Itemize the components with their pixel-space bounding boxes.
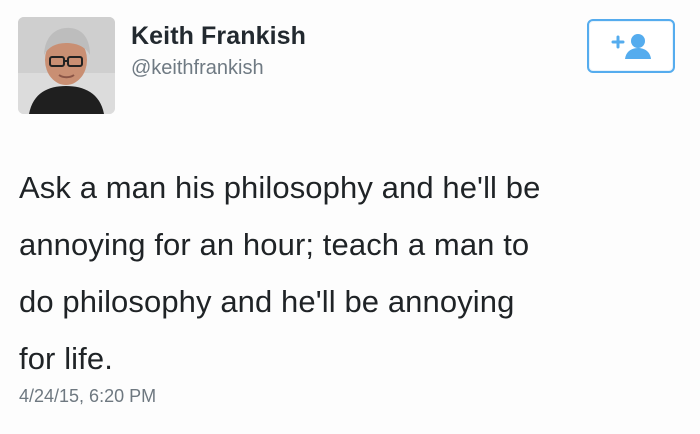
profile-photo-icon (18, 17, 115, 114)
author-username[interactable]: @keithfrankish (131, 57, 264, 80)
author-display-name[interactable]: Keith Frankish (131, 22, 306, 51)
follow-button[interactable] (587, 19, 675, 73)
avatar[interactable] (18, 17, 115, 114)
tweet-card: Keith Frankish @keithfrankish Ask a man … (0, 0, 700, 434)
tweet-timestamp[interactable]: 4/24/15, 6:20 PM (19, 386, 156, 407)
tweet-text: Ask a man his philosophy and he'll be an… (19, 170, 541, 376)
follow-user-plus-icon (611, 34, 651, 59)
